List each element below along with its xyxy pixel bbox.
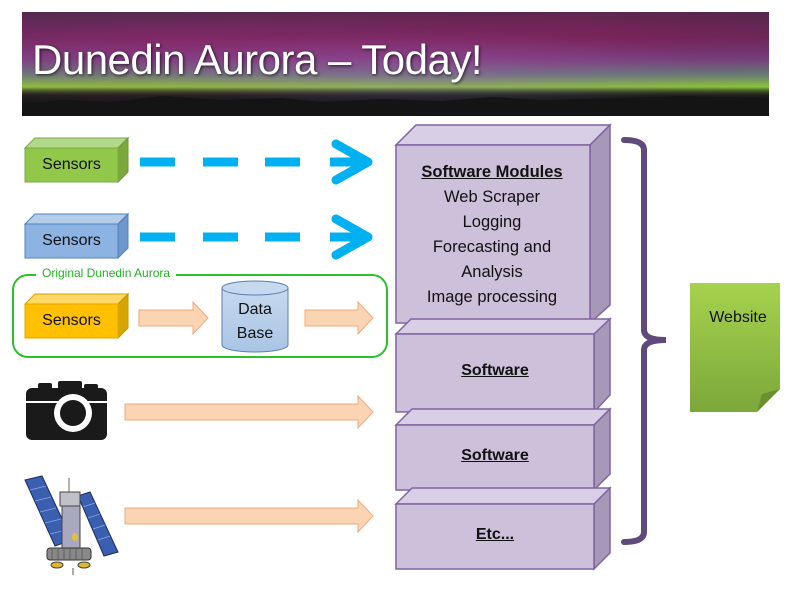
sensor-label: Sensors bbox=[42, 156, 101, 173]
module-item: Image processing bbox=[426, 288, 558, 306]
software-block-label: Software bbox=[461, 447, 529, 464]
software-block-label: Software bbox=[461, 362, 529, 379]
software-modules-text: Software Modules Web Scraper Logging For… bbox=[396, 160, 588, 310]
sensor-label: Sensors bbox=[42, 232, 101, 249]
group-label: Original Dunedin Aurora bbox=[36, 266, 177, 280]
website-label: Website bbox=[709, 309, 767, 326]
software-modules-heading: Software Modules bbox=[421, 163, 563, 181]
database-label-line2: Base bbox=[236, 325, 274, 342]
curly-brace bbox=[621, 137, 667, 545]
camera-icon bbox=[26, 381, 107, 440]
sensor-label: Sensors bbox=[42, 312, 101, 329]
website-output: Website bbox=[690, 283, 780, 413]
block-arrow-camera bbox=[124, 394, 374, 430]
dashed-arrow-1 bbox=[140, 139, 373, 185]
module-item: Web Scraper bbox=[444, 188, 540, 206]
module-item: Logging bbox=[462, 213, 522, 231]
satellite-icon bbox=[24, 475, 119, 575]
database-label-line1: Data bbox=[238, 301, 272, 318]
module-item: Analysis bbox=[461, 263, 523, 281]
etc-block-label: Etc... bbox=[475, 526, 515, 543]
database-label: Data Base bbox=[222, 298, 288, 346]
dashed-arrow-2 bbox=[140, 214, 373, 260]
block-arrow-satellite bbox=[124, 498, 374, 534]
module-item: Forecasting and bbox=[432, 238, 552, 256]
